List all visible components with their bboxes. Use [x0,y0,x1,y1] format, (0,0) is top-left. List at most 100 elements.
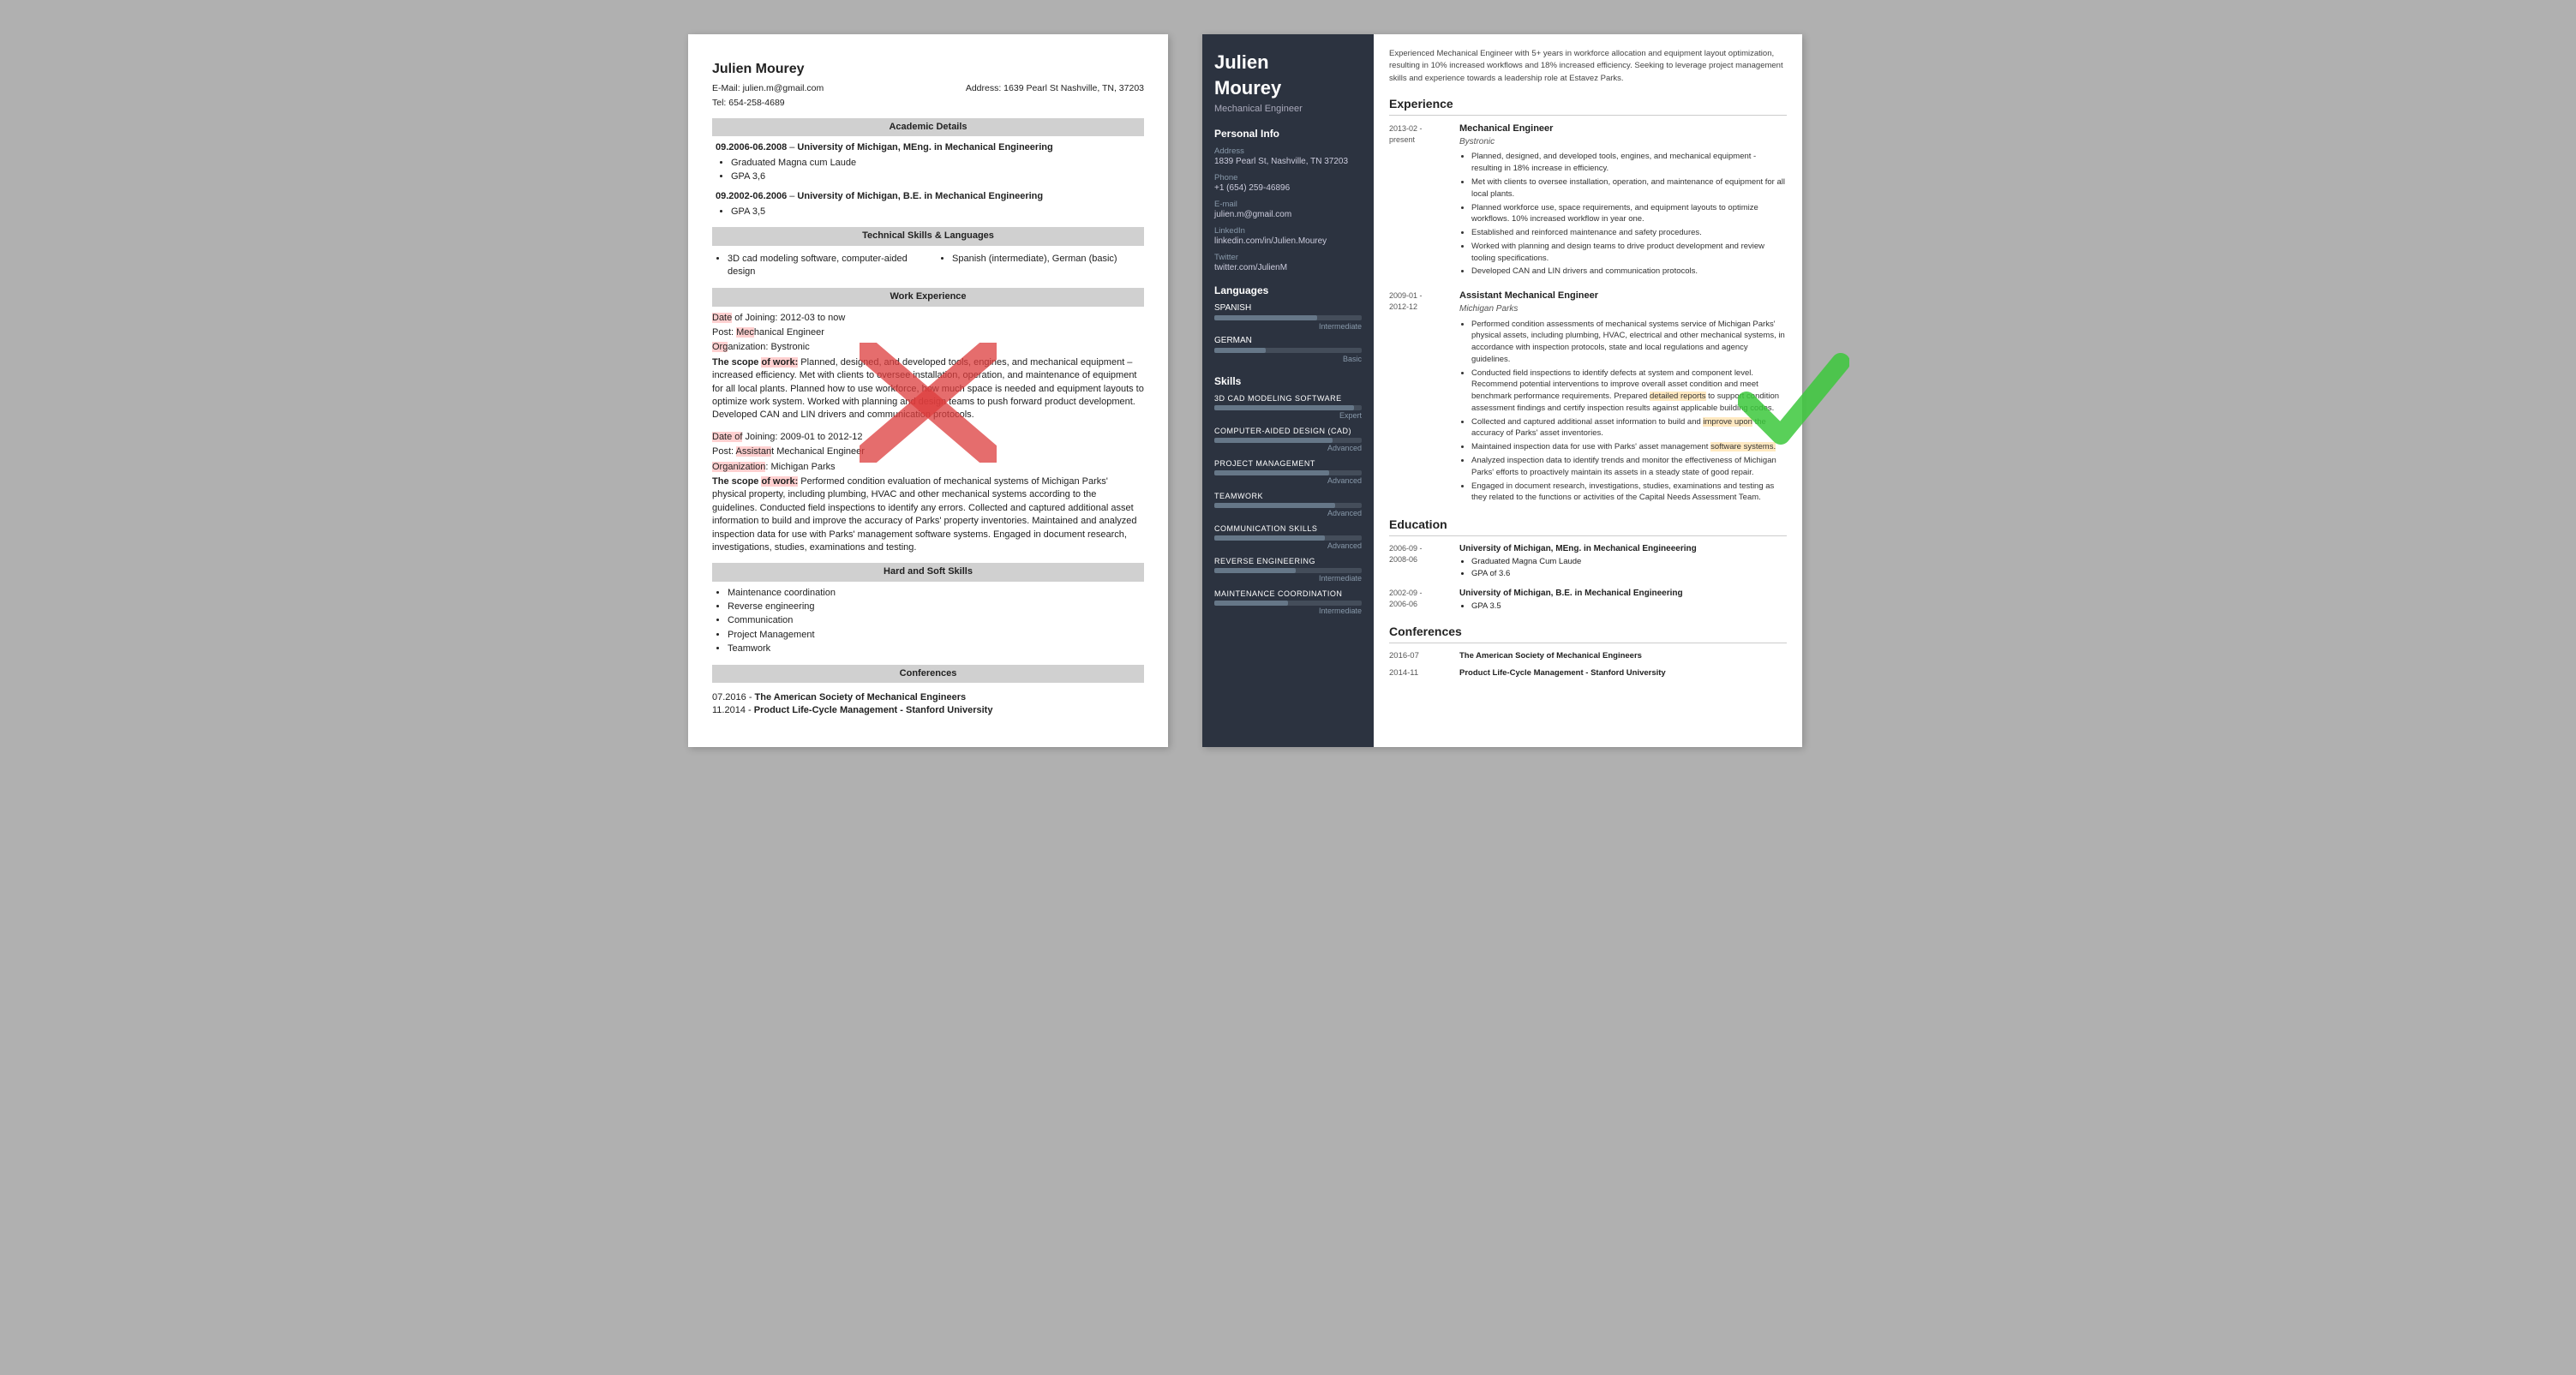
exp1-content: Mechanical Engineer Bystronic Planned, d… [1459,123,1787,279]
languages-title: Languages [1214,284,1362,296]
skill-cad2-fill [1214,438,1333,443]
conf2-date: 2014-11 [1389,667,1449,679]
right-first-name: Julien [1214,51,1362,74]
skill-rev-name: REVERSE ENGINEERING [1214,557,1362,565]
edu-right2-bullet-1: GPA 3.5 [1471,601,1683,613]
exp2-bullets: Performed condition assessments of mecha… [1459,319,1787,504]
exp2-bullet-3: Collected and captured additional asset … [1471,416,1787,440]
hard-skill-2: Reverse engineering [728,601,1144,613]
hard-skill-5: Teamwork [728,643,1144,655]
exp-entry-1: 2013-02 -present Mechanical Engineer Bys… [1389,123,1787,279]
lang-spanish-name: SPANISH [1214,303,1362,313]
skill-1: 3D cad modeling software, computer-aided… [728,253,920,279]
linkedin-block: LinkedIn linkedin.com/in/Julien.Mourey [1214,226,1362,246]
lang-spanish-bar [1214,315,1362,320]
lang-spanish-fill [1214,315,1317,320]
exp1-bullet-3: Planned workforce use, space requirement… [1471,202,1787,226]
skill-comm-bar [1214,535,1362,541]
skill-comm-fill [1214,535,1325,541]
resume-left: Julien Mourey E-Mail: julien.m@gmail.com… [688,34,1168,747]
exp1-company: Bystronic [1459,136,1787,149]
edu-right1-content: University of Michigan, MEng. in Mechani… [1459,543,1697,579]
edu-right-2: 2002-09 -2006-06 University of Michigan,… [1389,588,1787,612]
conferences-section-title: Conferences [1389,623,1787,643]
work-entry-1: Date of Joining: 2012-03 to now Post: Me… [712,312,1144,422]
exp1-bullet-6: Developed CAN and LIN drivers and commun… [1471,266,1787,278]
work1-org: Organization: Bystronic [712,341,1144,354]
skill-pm: PROJECT MANAGEMENT Advanced [1214,459,1362,485]
conf-2: 11.2014 - Product Life-Cycle Management … [712,704,1144,717]
address-value: 1839 Pearl St, Nashville, TN 37203 [1214,157,1362,166]
education-section-title: Education [1389,516,1787,536]
conf-entry-1: 2016-07 The American Society of Mechanic… [1389,650,1787,662]
skill-pm-bar [1214,470,1362,475]
left-email: E-Mail: julien.m@gmail.com [712,82,824,95]
skill-maint: MAINTENANCE COORDINATION Intermediate [1214,589,1362,615]
email-value: julien.m@gmail.com [1214,210,1362,219]
twitter-block: Twitter twitter.com/JulienM [1214,253,1362,272]
skill-cad2-level: Advanced [1214,444,1362,452]
work2-org: Organization: Michigan Parks [712,461,1144,474]
edu-right2-content: University of Michigan, B.E. in Mechanic… [1459,588,1683,612]
work1-date: Date of Joining: 2012-03 to now [712,312,1144,325]
skills-row: 3D cad modeling software, computer-aided… [712,251,1144,280]
skill-rev-bar [1214,568,1362,573]
skill-maint-level: Intermediate [1214,607,1362,615]
skill-cad-fill [1214,405,1354,410]
exp1-bullets: Planned, designed, and developed tools, … [1459,151,1787,278]
edu2-degree: University of Michigan, B.E. in Mechanic… [797,191,1043,201]
right-title: Mechanical Engineer [1214,104,1362,114]
right-sidebar: Julien Mourey Mechanical Engineer Person… [1202,34,1374,747]
skills-col-2: Spanish (intermediate), German (basic) [937,251,1144,280]
linkedin-label: LinkedIn [1214,226,1362,236]
skill-teamwork-name: TEAMWORK [1214,492,1362,500]
work-entry-2: Date of Joining: 2009-01 to 2012-12 Post… [712,431,1144,555]
skill-comm-level: Advanced [1214,541,1362,550]
edu-right1-bullet-1: Graduated Magna Cum Laude [1471,556,1697,568]
skill-rev: REVERSE ENGINEERING Intermediate [1214,557,1362,583]
edu2-dates: 09.2002-06.2006 [716,191,787,201]
skill-teamwork-fill [1214,503,1335,508]
resume-right: Julien Mourey Mechanical Engineer Person… [1202,34,1802,747]
skill-cad-level: Expert [1214,411,1362,420]
email-block: E-mail julien.m@gmail.com [1214,200,1362,219]
skill-rev-fill [1214,568,1296,573]
exp1-bullet-1: Planned, designed, and developed tools, … [1471,151,1787,175]
skill-maint-fill [1214,601,1288,606]
skill-maint-name: MAINTENANCE COORDINATION [1214,589,1362,598]
edu-entry-1: 09.2006-06.2008 – University of Michigan… [712,141,1144,183]
exp2-bullet-4: Maintained inspection data for use with … [1471,441,1787,453]
phone-label: Phone [1214,173,1362,182]
lang-spanish: SPANISH Intermediate [1214,303,1362,331]
section-hardskills: Hard and Soft Skills [712,563,1144,581]
work2-date: Date of Joining: 2009-01 to 2012-12 [712,431,1144,444]
edu1-detail-2: GPA 3,6 [731,170,1144,183]
skill-comm: COMMUNICATION SKILLS Advanced [1214,524,1362,550]
left-name: Julien Mourey [712,60,1144,79]
exp2-company: Michigan Parks [1459,303,1787,316]
edu-right2-degree: University of Michigan, B.E. in Mechanic… [1459,588,1683,601]
linkedin-value: linkedin.com/in/Julien.Mourey [1214,236,1362,246]
edu-right1-degree: University of Michigan, MEng. in Mechani… [1459,543,1697,556]
skill-maint-bar [1214,601,1362,606]
exp2-dates: 2009-01 -2012-12 [1389,290,1449,505]
twitter-value: twitter.com/JulienM [1214,263,1362,272]
exp2-content: Assistant Mechanical Engineer Michigan P… [1459,290,1787,505]
edu1-dates: 09.2006-06.2008 [716,142,787,152]
work2-scope: The scope of work: Performed condition e… [712,475,1144,554]
skill-cad2-name: COMPUTER-AIDED DESIGN (CAD) [1214,427,1362,435]
exp1-bullet-4: Established and reinforced maintenance a… [1471,227,1787,239]
lang-german-name: GERMAN [1214,336,1362,345]
left-address: Address: 1639 Pearl St Nashville, TN, 37… [966,82,1144,95]
edu-entry-2: 09.2002-06.2006 – University of Michigan… [712,190,1144,218]
experience-section-title: Experience [1389,95,1787,116]
skill-pm-level: Advanced [1214,476,1362,485]
edu-right2-bullets: GPA 3.5 [1459,601,1683,613]
personal-info-title: Personal Info [1214,128,1362,140]
hard-skills-list: Maintenance coordination Reverse enginee… [712,587,1144,656]
left-tel: Tel: 654-258-4689 [712,97,1144,110]
lang-german-fill [1214,348,1266,353]
lang-spanish-level: Intermediate [1214,322,1362,331]
conf1-date: 2016-07 [1389,650,1449,662]
work1-post: Post: Mechanical Engineer [712,326,1144,339]
